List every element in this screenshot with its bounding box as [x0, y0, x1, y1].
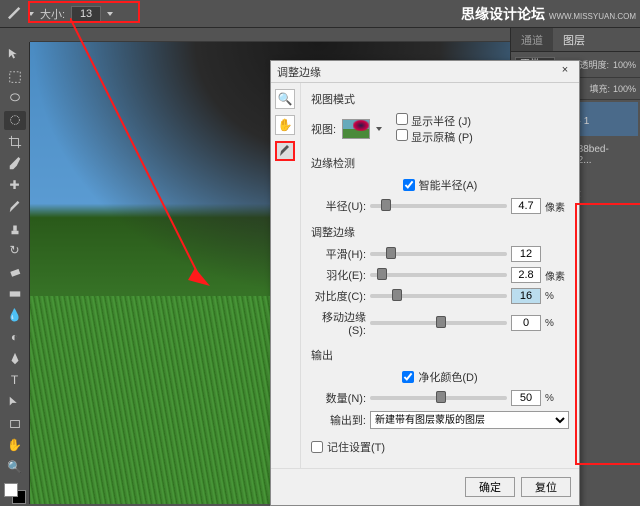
smooth-slider[interactable] — [370, 252, 507, 256]
eyedropper-tool[interactable] — [4, 154, 26, 173]
remember-checkbox[interactable] — [311, 441, 323, 453]
type-tool[interactable]: T — [4, 371, 26, 390]
feather-unit: 像素 — [545, 268, 569, 283]
brush-preset-dropdown[interactable] — [28, 12, 34, 16]
contrast-unit: % — [545, 291, 569, 302]
pen-tool[interactable] — [4, 349, 26, 368]
healing-tool[interactable]: ✚ — [4, 176, 26, 195]
amount-input[interactable] — [511, 390, 541, 406]
smooth-label: 平滑(H): — [311, 246, 366, 262]
edge-detect-section: 边缘检测 — [311, 155, 569, 171]
view-label: 视图: — [311, 121, 336, 137]
feather-slider[interactable] — [370, 273, 507, 277]
contrast-input[interactable] — [511, 288, 541, 304]
smart-radius-label: 智能半径(A) — [419, 177, 478, 193]
size-dropdown[interactable] — [107, 12, 113, 16]
brush-icon — [8, 7, 22, 21]
contrast-label: 对比度(C): — [311, 288, 366, 304]
adjust-edge-section: 调整边缘 — [311, 224, 569, 240]
view-dropdown[interactable] — [376, 127, 382, 131]
ruler-horizontal — [30, 28, 510, 42]
color-swatches[interactable] — [4, 483, 26, 504]
radius-label: 半径(U): — [311, 198, 366, 214]
stamp-tool[interactable] — [4, 219, 26, 238]
show-original-checkbox[interactable] — [396, 129, 408, 141]
cancel-button[interactable]: 复位 — [521, 477, 571, 497]
amount-slider[interactable] — [370, 396, 507, 400]
amount-label: 数量(N): — [311, 390, 366, 406]
fill-label: 填充: — [589, 82, 610, 95]
eraser-tool[interactable] — [4, 263, 26, 282]
refine-edge-dialog: 调整边缘 × 🔍 ✋ 视图模式 视图: 显示半径 (J) 显示原稿 (P) — [270, 60, 580, 506]
path-select-tool[interactable] — [4, 393, 26, 412]
dodge-tool[interactable]: ◐ — [4, 328, 26, 347]
feather-input[interactable] — [511, 267, 541, 283]
move-tool[interactable] — [4, 46, 26, 65]
watermark-url: WWW.MISSYUAN.COM — [549, 12, 636, 21]
radius-slider[interactable] — [370, 204, 507, 208]
shift-slider[interactable] — [370, 321, 507, 325]
rectangle-tool[interactable] — [4, 414, 26, 433]
brush-size-input[interactable] — [71, 6, 101, 22]
brush-tool[interactable] — [4, 198, 26, 217]
output-to-select[interactable]: 新建带有图层蒙版的图层 — [370, 411, 569, 429]
size-label: 大小: — [40, 6, 65, 22]
output-section: 输出 — [311, 347, 569, 363]
contrast-slider[interactable] — [370, 294, 507, 298]
watermark-text: 思缘设计论坛 — [461, 6, 545, 22]
quick-select-tool[interactable] — [4, 111, 26, 130]
view-mode-thumb[interactable] — [342, 119, 370, 139]
radius-unit: 像素 — [545, 199, 569, 214]
smooth-input[interactable] — [511, 246, 541, 262]
hand-tool-icon[interactable]: ✋ — [275, 115, 295, 135]
shift-input[interactable] — [511, 315, 541, 331]
tab-layers[interactable]: 图层 — [553, 28, 595, 51]
opacity-value[interactable]: 100% — [613, 60, 636, 70]
show-original-label: 显示原稿 (P) — [411, 132, 473, 144]
tools-panel: ✚ ↻ 💧 ◐ T ✋ 🔍 — [0, 42, 30, 504]
history-brush-tool[interactable]: ↻ — [4, 241, 26, 260]
zoom-tool-icon[interactable]: 🔍 — [275, 89, 295, 109]
tab-channels[interactable]: 通道 — [511, 28, 553, 51]
smart-radius-checkbox[interactable] — [403, 179, 415, 191]
shift-label: 移动边缘(S): — [311, 309, 366, 337]
crop-tool[interactable] — [4, 133, 26, 152]
dialog-title: 调整边缘 — [277, 64, 321, 80]
show-radius-checkbox[interactable] — [396, 113, 408, 125]
hand-tool[interactable]: ✋ — [4, 436, 26, 455]
close-icon[interactable]: × — [557, 64, 573, 80]
shift-unit: % — [545, 318, 569, 329]
lasso-tool[interactable] — [4, 89, 26, 108]
feather-label: 羽化(E): — [311, 267, 366, 283]
decontaminate-checkbox[interactable] — [402, 371, 414, 383]
fill-value[interactable]: 100% — [613, 84, 636, 94]
refine-brush-icon[interactable] — [275, 141, 295, 161]
zoom-tool[interactable]: 🔍 — [4, 458, 26, 477]
amount-unit: % — [545, 393, 569, 404]
view-mode-section: 视图模式 — [311, 91, 569, 107]
ok-button[interactable]: 确定 — [465, 477, 515, 497]
gradient-tool[interactable] — [4, 284, 26, 303]
decontaminate-label: 净化颜色(D) — [418, 369, 477, 385]
output-to-label: 输出到: — [311, 412, 366, 428]
remember-label: 记住设置(T) — [327, 439, 385, 455]
show-radius-label: 显示半径 (J) — [411, 116, 471, 128]
radius-input[interactable] — [511, 198, 541, 214]
marquee-tool[interactable] — [4, 68, 26, 87]
blur-tool[interactable]: 💧 — [4, 306, 26, 325]
